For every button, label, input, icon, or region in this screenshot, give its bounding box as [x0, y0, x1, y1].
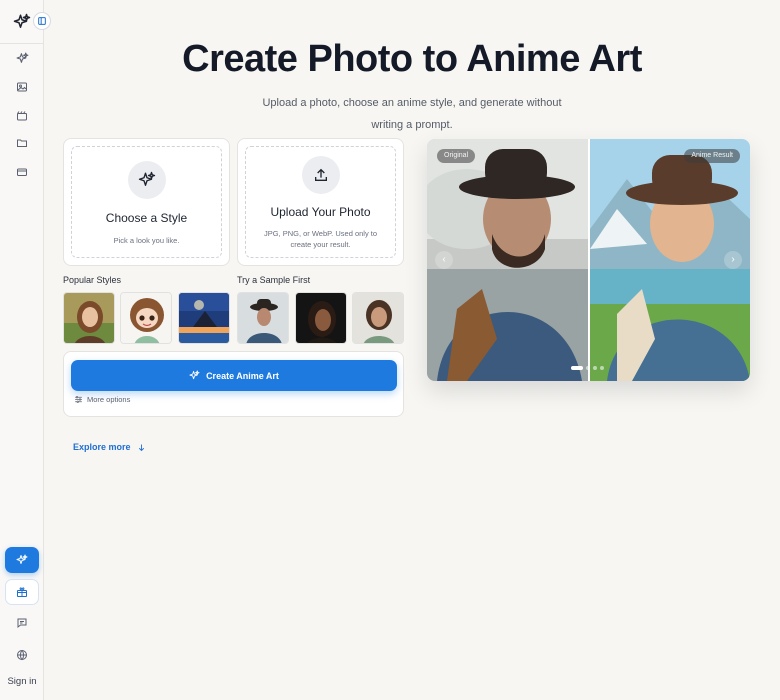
logo-sparkle-icon[interactable]	[11, 11, 33, 33]
slide-dot[interactable]	[586, 366, 590, 370]
next-slide-button[interactable]: ›	[724, 251, 742, 269]
film-icon[interactable]	[12, 106, 32, 126]
before-after-preview[interactable]: Original Anime Result ‹ ›	[427, 139, 750, 381]
slide-dot[interactable]	[593, 366, 597, 370]
style-thumb-painted-portrait[interactable]	[63, 292, 115, 344]
sample-thumb-portrait-dark[interactable]	[295, 292, 347, 344]
samples-label: Try a Sample First	[237, 275, 311, 285]
create-button-label: Create Anime Art	[206, 370, 279, 381]
page-subtitle: Upload a photo, choose an anime style, a…	[262, 97, 562, 131]
feedback-icon[interactable]	[12, 613, 32, 633]
image-icon[interactable]	[12, 77, 32, 97]
globe-icon[interactable]	[12, 645, 32, 665]
sparkle-icon	[189, 370, 200, 380]
gift-button[interactable]	[5, 579, 39, 605]
prev-slide-button[interactable]: ‹	[435, 251, 453, 269]
arrow-down-icon	[138, 444, 144, 451]
card-icon[interactable]	[12, 162, 32, 182]
explore-more-link[interactable]: Explore more	[73, 442, 146, 452]
sidebar-divider	[0, 43, 44, 44]
gift-icon	[17, 587, 27, 597]
style-thumb-chibi[interactable]	[120, 292, 172, 344]
style-thumb-fantasy-landscape[interactable]	[178, 292, 230, 344]
collapse-sidebar-button[interactable]	[33, 12, 51, 30]
sparkle-icon	[127, 161, 166, 199]
folder-icon[interactable]	[12, 133, 32, 153]
sliders-icon	[75, 396, 82, 403]
more-options-label: More options	[87, 395, 131, 404]
chevron-left-icon: ‹	[442, 254, 446, 265]
sparkle-icon	[16, 554, 28, 564]
create-nav-button[interactable]	[5, 547, 39, 573]
popular-styles-label: Popular Styles	[63, 275, 122, 285]
upload-photo-card[interactable]: Upload Your Photo JPG, PNG, or WebP. Use…	[237, 138, 404, 266]
upload-title: Upload Your Photo	[270, 205, 371, 219]
upload-icon	[301, 156, 340, 194]
panel-icon	[38, 17, 46, 25]
more-options-button[interactable]: More options	[74, 395, 130, 404]
sample-thumb-cowboy[interactable]	[237, 292, 289, 344]
preview-image	[427, 139, 750, 381]
create-anime-art-button[interactable]: Create Anime Art	[71, 360, 397, 391]
choose-style-card[interactable]: Choose a Style Pick a look you like.	[63, 138, 230, 266]
slide-dot[interactable]	[571, 366, 583, 370]
page-title: Create Photo to Anime Art	[182, 38, 642, 80]
slide-indicators	[571, 366, 604, 370]
upload-subtitle: JPG, PNG, or WebP. Used only to create y…	[263, 229, 378, 249]
original-badge: Original	[437, 149, 476, 163]
slide-dot[interactable]	[600, 366, 604, 370]
explore-more-label: Explore more	[73, 442, 131, 452]
choose-style-subtitle: Pick a look you like.	[113, 236, 180, 245]
choose-style-title: Choose a Style	[105, 211, 188, 225]
sign-in-link[interactable]: Sign in	[0, 676, 44, 687]
sample-thumb-smiling-woman[interactable]	[352, 292, 404, 344]
chevron-right-icon: ›	[731, 254, 735, 265]
sidebar: Sign in	[0, 0, 44, 700]
sparkle-icon[interactable]	[12, 48, 32, 68]
anime-result-badge: Anime Result	[684, 149, 740, 163]
